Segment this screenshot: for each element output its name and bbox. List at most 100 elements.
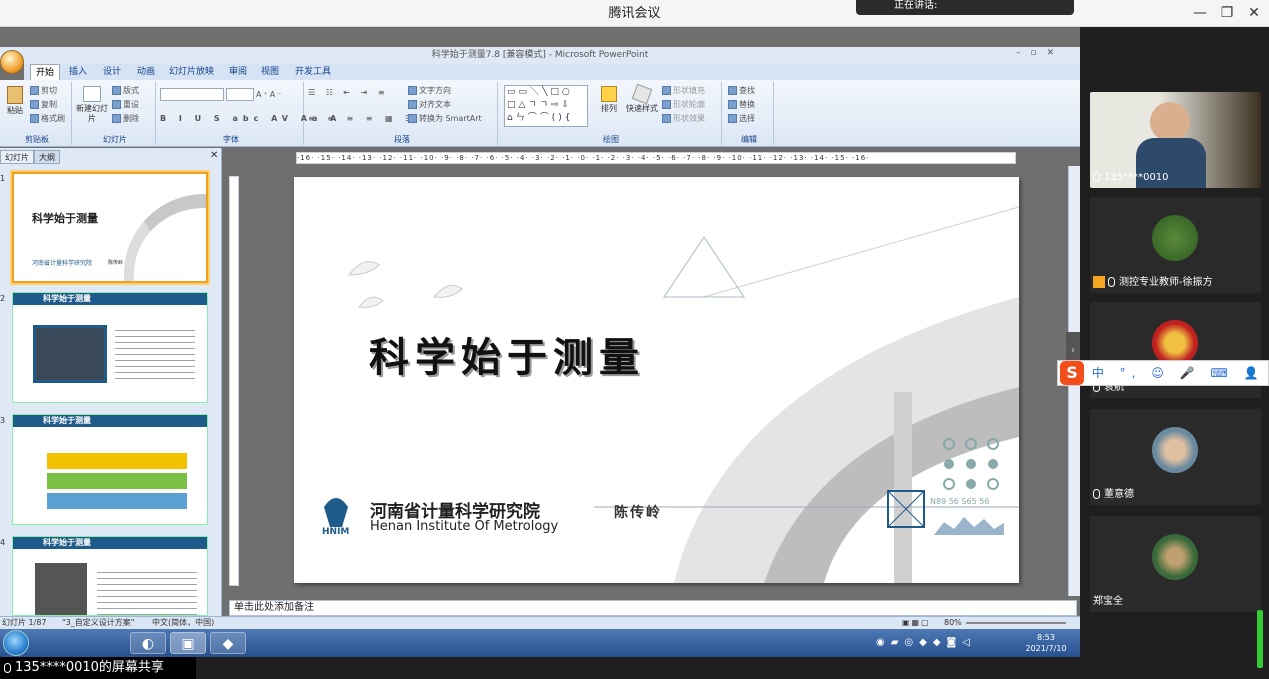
quick-styles-button[interactable]: 快速样式	[624, 83, 660, 114]
notes-field[interactable]: 单击此处添加备注	[229, 600, 1077, 616]
minimize-button[interactable]: —	[1186, 0, 1214, 27]
align-text-button[interactable]: 对齐文本	[408, 98, 451, 111]
group-label: 编辑	[741, 135, 757, 144]
scissors-icon	[30, 86, 39, 95]
host-icon	[1093, 276, 1105, 288]
slide-thumb-4[interactable]: 科学始于测量	[12, 536, 208, 616]
group-label: 绘图	[603, 135, 619, 144]
language-status: 中文(简体，中国)	[152, 618, 215, 627]
slide-thumb-1[interactable]: 科学始于测量 河南省计量科学研究院 陈传岭	[12, 172, 208, 283]
restore-button[interactable]: ❐	[1213, 0, 1241, 27]
slide-counter: 幻灯片 1/87	[2, 618, 47, 627]
text-direction-button[interactable]: 文字方向	[408, 84, 451, 97]
new-slide-button[interactable]: 新建幻灯片	[76, 86, 108, 124]
list-buttons[interactable]: ☰ ☷ ⇤ ⇥ ≡	[308, 86, 389, 99]
mic-icon	[1093, 172, 1100, 182]
shapes-gallery[interactable]: ▭▭＼╲□○ □△ㄱㄱ⇨⇩ ⌂ㄣ⌒⌒(){	[504, 85, 588, 127]
arrange-button[interactable]: 排列	[596, 86, 622, 114]
tray-icons[interactable]: ◉▰◎◆◆◙◁	[876, 637, 996, 648]
tab-slides[interactable]: 幻灯片	[0, 150, 34, 164]
tab-design[interactable]: 设计	[98, 64, 126, 80]
participant-tile[interactable]: 测控专业教师-徐振方	[1090, 197, 1261, 293]
smartart-button[interactable]: 转换为 SmartArt	[408, 112, 482, 125]
thumb-body-text	[97, 567, 197, 615]
effects-icon	[662, 114, 671, 123]
close-button[interactable]: ✕	[1240, 0, 1268, 27]
powerpoint-taskbar-icon[interactable]: ▣	[170, 632, 206, 654]
tab-home[interactable]: 开始	[30, 64, 61, 80]
browser-taskbar-icon[interactable]: ◐	[130, 632, 166, 654]
theme-name: "3_自定义设计方案"	[62, 618, 135, 627]
participant-name: 测控专业教师-徐振方	[1093, 276, 1213, 290]
align-buttons[interactable]: ≡ ≡ ≡ ≡ ▦ ☰	[308, 112, 417, 125]
find-button[interactable]: 查找	[728, 84, 755, 97]
share-label-text: 135****0010的屏幕共享	[15, 660, 164, 675]
participant-tile[interactable]: 135****0010	[1090, 92, 1261, 188]
smartart-icon	[408, 114, 417, 123]
participant-tile[interactable]: 董意德	[1090, 409, 1261, 505]
mic-icon	[1093, 489, 1100, 499]
delete-slide-button[interactable]: 删除	[112, 112, 139, 125]
fill-icon	[662, 86, 671, 95]
thumb-number: 1	[0, 174, 6, 183]
slide-canvas[interactable]: 科学始于测量 HNIM 河南省计量科学研究院 Henan Institute O…	[294, 177, 1019, 583]
tab-view[interactable]: 视图	[256, 64, 284, 80]
view-buttons[interactable]: ▣▦▢	[902, 617, 931, 629]
office-button[interactable]	[0, 50, 24, 74]
delete-icon	[112, 114, 121, 123]
cut-button[interactable]: 剪切	[30, 84, 57, 97]
vertical-ruler	[229, 176, 239, 586]
tab-outline[interactable]: 大纲	[34, 150, 60, 164]
ppt-window-title: 科学始于测量7.8 [兼容模式] - Microsoft PowerPoint	[431, 50, 649, 60]
ime-buttons[interactable]: 中 °, ☺ 🎤 ⌨ 👤 👕 ⁘	[1092, 366, 1269, 380]
participant-name: 135****0010	[1093, 171, 1169, 185]
shape-fill-button[interactable]: 形状填充	[662, 84, 705, 97]
tab-review[interactable]: 审阅	[224, 64, 252, 80]
reset-icon	[112, 100, 121, 109]
start-button[interactable]	[3, 630, 29, 656]
org-name-en[interactable]: Henan Institute Of Metrology	[370, 519, 558, 534]
replace-button[interactable]: 替换	[728, 98, 755, 111]
zoom-slider[interactable]	[966, 622, 1066, 624]
outline-icon	[662, 100, 671, 109]
reset-button[interactable]: 重设	[112, 98, 139, 111]
thumb-number: 4	[0, 538, 6, 547]
group-label: 段落	[394, 135, 410, 144]
layout-button[interactable]: 版式	[112, 84, 139, 97]
group-paragraph: ☰ ☷ ⇤ ⇥ ≡ 文字方向 对齐文本 ≡ ≡ ≡ ≡ ▦ ☰ 转换为 Smar…	[306, 82, 498, 145]
shape-outline-button[interactable]: 形状轮廓	[662, 98, 705, 111]
slide-thumb-2[interactable]: 科学始于测量	[12, 292, 208, 403]
tab-insert[interactable]: 插入	[64, 64, 92, 80]
presenter-name[interactable]: 陈传岭	[614, 502, 662, 522]
shape-effects-button[interactable]: 形状效果	[662, 112, 705, 125]
ppt-window-controls[interactable]: –▫✕	[1016, 48, 1076, 62]
tab-animation[interactable]: 动画	[132, 64, 160, 80]
thumb-header: 科学始于测量	[13, 293, 207, 305]
font-name-select[interactable]	[160, 88, 224, 101]
thumb-header: 科学始于测量	[13, 537, 207, 549]
sogou-logo-icon[interactable]: S	[1060, 361, 1084, 385]
tab-developer[interactable]: 开发工具	[290, 64, 336, 80]
slide-title[interactable]: 科学始于测量	[369, 325, 645, 383]
screen-share-label: 135****0010的屏幕共享	[0, 657, 196, 679]
align-text-icon	[408, 100, 417, 109]
paste-button[interactable]: 粘贴	[4, 86, 26, 116]
font-size-select[interactable]	[226, 88, 254, 101]
participant-name: 董意德	[1093, 488, 1134, 502]
clock-date: 2021/7/10	[1025, 644, 1067, 653]
participant-tile[interactable]: 郑宝全	[1090, 516, 1261, 612]
tab-slideshow[interactable]: 幻灯片放映	[164, 64, 219, 80]
slide-thumb-3[interactable]: 科学始于测量	[12, 414, 208, 525]
brush-icon	[30, 114, 39, 123]
group-font: A⁺A⁻ B I U S abc AV Aa A 字体	[158, 82, 336, 145]
group-slides: 新建幻灯片 版式 重设 删除 幻灯片	[74, 82, 156, 145]
format-painter-button[interactable]: 格式刷	[30, 112, 65, 125]
layout-icon	[112, 86, 121, 95]
taskbar-clock[interactable]: 8:53 2021/7/10	[1016, 632, 1076, 654]
select-button[interactable]: 选择	[728, 112, 755, 125]
font-size-buttons[interactable]: A⁺A⁻	[256, 88, 283, 101]
close-pane-icon[interactable]: ✕	[210, 150, 218, 161]
thumb-presenter: 陈传岭	[108, 260, 124, 266]
meeting-taskbar-icon[interactable]: ◆	[210, 632, 246, 654]
copy-button[interactable]: 复制	[30, 98, 57, 111]
